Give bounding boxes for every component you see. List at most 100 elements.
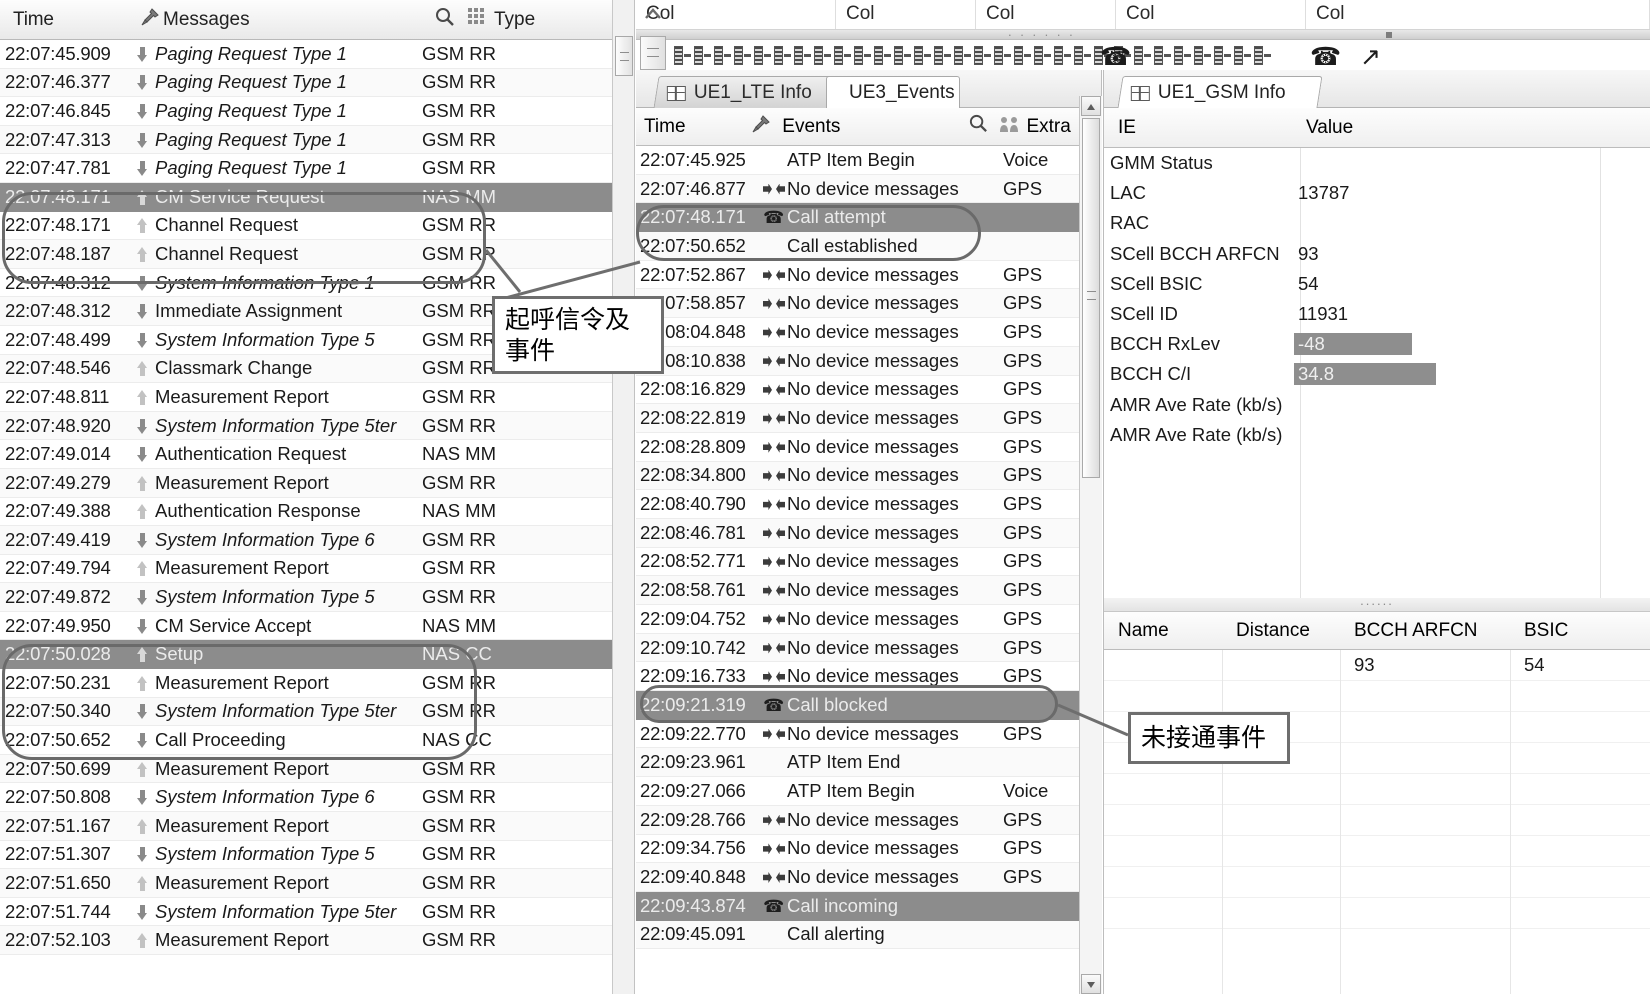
table-row[interactable]: 22:08:34.800 No device messages GPS bbox=[636, 461, 1101, 491]
table-row[interactable]: 22:07:49.950 CM Service Accept NAS MM bbox=[0, 612, 612, 641]
search-icon[interactable] bbox=[428, 6, 462, 34]
table-row[interactable]: 22:07:48.187 Channel Request GSM RR bbox=[0, 240, 612, 269]
table-row[interactable]: 22:09:22.770 No device messages GPS bbox=[636, 720, 1101, 749]
table-row[interactable]: 22:07:49.279 Measurement Report GSM RR bbox=[0, 468, 612, 498]
table-row[interactable] bbox=[1104, 867, 1650, 898]
table-row[interactable]: LAC 13787 bbox=[1104, 178, 1650, 208]
table-row[interactable]: 22:09:16.733 No device messages GPS bbox=[636, 662, 1101, 692]
table-row[interactable]: 22:09:23.961 ATP Item End bbox=[636, 748, 1101, 778]
column-header-type[interactable]: Type bbox=[492, 9, 612, 31]
table-row[interactable]: 22:07:51.307 System Information Type 5 GSM… bbox=[0, 841, 612, 870]
column-header-name[interactable]: Name bbox=[1104, 620, 1222, 642]
table-row[interactable]: 22:07:49.794 Measurement Report GSM RR bbox=[0, 555, 612, 584]
column-header-bsic[interactable]: BSIC bbox=[1510, 620, 1630, 642]
table-row[interactable]: 22:07:52.867 No device messages GPS bbox=[636, 261, 1101, 290]
table-row[interactable]: 22:07:49.419 System Information Type 6 GSM… bbox=[0, 526, 612, 555]
table-row[interactable] bbox=[1104, 774, 1650, 805]
table-row[interactable]: 22:07:48.811 Measurement Report GSM RR bbox=[0, 383, 612, 412]
table-row[interactable]: 22:07:50.028 Setup NAS CC bbox=[0, 640, 612, 670]
table-row[interactable]: 93 54 bbox=[1104, 650, 1650, 681]
timeline-column-header[interactable]: Col bbox=[636, 0, 836, 29]
table-row[interactable]: 22:07:52.103 Measurement Report GSM RR bbox=[0, 926, 612, 955]
messages-scrollbar[interactable] bbox=[613, 0, 635, 994]
table-row[interactable]: 22:07:47.313 Paging Request Type 1 GSM RR bbox=[0, 125, 612, 155]
table-row[interactable]: SCell BCCH ARFCN 93 bbox=[1104, 239, 1650, 269]
table-row[interactable]: 22:07:50.231 Measurement Report GSM RR bbox=[0, 669, 612, 698]
table-row[interactable]: 22:08:52.771 No device messages GPS bbox=[636, 548, 1101, 577]
table-row[interactable]: 22:07:50.808 System Information Type 6 GSM… bbox=[0, 783, 612, 813]
timeline-scroll-up-icon[interactable] bbox=[640, 2, 666, 28]
table-row[interactable]: 22:07:49.388 Authentication Response NAS M… bbox=[0, 498, 612, 527]
tab-ue1-gsm-info[interactable]: UE1_GSM Info bbox=[1117, 76, 1323, 108]
table-row[interactable]: BCCH C/I 34.8 bbox=[1104, 359, 1650, 389]
table-row[interactable]: 22:07:48.920 System Information Type 5ter… bbox=[0, 411, 612, 441]
table-row[interactable]: 22:09:45.091 Call alerting bbox=[636, 920, 1101, 950]
people-icon[interactable] bbox=[993, 115, 1026, 139]
table-row[interactable]: 22:08:10.838 No device messages GPS bbox=[636, 346, 1101, 376]
column-header-events[interactable]: Events bbox=[782, 116, 963, 138]
timeline-column-header[interactable]: Col bbox=[1306, 0, 1650, 29]
table-row[interactable]: 22:07:50.340 System Information Type 5ter… bbox=[0, 697, 612, 727]
table-row[interactable] bbox=[1104, 805, 1650, 836]
table-row[interactable]: AMR Ave Rate (kb/s) bbox=[1104, 420, 1650, 450]
table-row[interactable]: 22:07:58.857 No device messages GPS bbox=[636, 289, 1101, 319]
timeline-horizontal-scrollbar[interactable] bbox=[636, 30, 1650, 40]
events-scrollbar[interactable] bbox=[1079, 96, 1102, 994]
table-row[interactable]: 22:09:27.066 ATP Item Begin Voice bbox=[636, 777, 1101, 806]
table-row[interactable]: 22:07:51.744 System Information Type 5ter… bbox=[0, 898, 612, 927]
table-row[interactable]: 22:09:43.874 ☎ Call incoming bbox=[636, 891, 1101, 921]
table-row[interactable]: 22:07:46.845 Paging Request Type 1 GSM RR bbox=[0, 97, 612, 126]
table-row[interactable]: 22:08:58.761 No device messages GPS bbox=[636, 576, 1101, 605]
table-row[interactable]: BCCH RxLev -48 bbox=[1104, 329, 1650, 359]
timeline-event-row[interactable]: 2 ☎☎↗ bbox=[636, 41, 1650, 70]
table-row[interactable]: 22:08:40.790 No device messages GPS bbox=[636, 490, 1101, 519]
table-row[interactable]: 22:07:46.377 Paging Request Type 1 GSM RR bbox=[0, 68, 612, 98]
table-row[interactable]: 22:07:48.171 ☎ Call attempt bbox=[636, 203, 1101, 233]
column-header-value[interactable]: Value bbox=[1302, 117, 1562, 139]
table-row[interactable]: 22:08:16.829 No device messages GPS bbox=[636, 376, 1101, 405]
table-row[interactable]: 22:07:48.171 Channel Request GSM RR bbox=[0, 212, 612, 241]
table-row[interactable]: 22:07:45.909 Paging Request Type 1 GSM RR bbox=[0, 40, 612, 69]
table-row[interactable]: 22:07:47.781 Paging Request Type 1 GSM RR bbox=[0, 154, 612, 183]
grid-icon[interactable] bbox=[462, 7, 492, 32]
table-row[interactable]: SCell BSIC 54 bbox=[1104, 269, 1650, 299]
panel-resize-grip[interactable] bbox=[1104, 598, 1650, 612]
table-row[interactable]: 22:07:51.167 Measurement Report GSM RR bbox=[0, 812, 612, 841]
events-scroll-up-button[interactable] bbox=[1081, 96, 1101, 116]
column-header-time[interactable]: Time bbox=[8, 9, 137, 31]
table-row[interactable]: 22:07:46.877 No device messages GPS bbox=[636, 174, 1101, 204]
table-row[interactable] bbox=[1104, 681, 1650, 712]
table-row[interactable]: 22:08:46.781 No device messages GPS bbox=[636, 518, 1101, 548]
table-row[interactable]: 22:07:50.652 Call Proceeding NAS CC bbox=[0, 726, 612, 755]
table-row[interactable]: 22:07:48.171 CM Service Request NAS MM bbox=[0, 182, 612, 212]
timeline-column-header[interactable]: Col bbox=[836, 0, 976, 29]
table-row[interactable]: 22:08:22.819 No device messages GPS bbox=[636, 404, 1101, 433]
timeline-ticks[interactable]: ☎ ☎ ↗ bbox=[670, 43, 1650, 69]
table-row[interactable]: GMM Status bbox=[1104, 148, 1650, 178]
events-scroll-down-button[interactable] bbox=[1081, 974, 1101, 994]
search-icon[interactable] bbox=[964, 113, 993, 140]
table-row[interactable]: RAC bbox=[1104, 208, 1650, 238]
table-row[interactable]: 22:09:10.742 No device messages GPS bbox=[636, 633, 1101, 663]
table-row[interactable]: 22:09:28.766 No device messages GPS bbox=[636, 805, 1101, 835]
events-scrollbar-thumb[interactable] bbox=[1082, 118, 1100, 478]
messages-scrollbar-thumb[interactable] bbox=[615, 36, 633, 76]
table-row[interactable]: AMR Ave Rate (kb/s) bbox=[1104, 390, 1650, 420]
timeline-scroll-thumb[interactable] bbox=[640, 36, 666, 70]
table-row[interactable]: 22:07:50.699 Measurement Report GSM RR bbox=[0, 754, 612, 784]
pin-icon[interactable] bbox=[137, 6, 163, 34]
table-row[interactable]: 22:07:49.014 Authentication Request NAS MM bbox=[0, 440, 612, 469]
pin-icon[interactable] bbox=[739, 113, 782, 141]
table-row[interactable]: 22:08:28.809 No device messages GPS bbox=[636, 433, 1101, 462]
table-row[interactable] bbox=[1104, 898, 1650, 929]
table-row[interactable]: 22:09:40.848 No device messages GPS bbox=[636, 863, 1101, 892]
column-header-messages[interactable]: Messages bbox=[163, 9, 428, 31]
column-header-ie[interactable]: IE bbox=[1112, 117, 1302, 139]
column-header-distance[interactable]: Distance bbox=[1222, 620, 1340, 642]
table-row[interactable]: 22:08:04.848 No device messages GPS bbox=[636, 318, 1101, 347]
tab-ue3-events[interactable]: UE3_Events bbox=[826, 76, 960, 108]
table-row[interactable]: 22:09:21.319 ☎ Call blocked bbox=[636, 691, 1101, 720]
table-row[interactable]: 22:07:48.312 System Information Type 1 GSM… bbox=[0, 269, 612, 298]
table-row[interactable]: 22:07:50.652 Call established bbox=[636, 232, 1101, 261]
table-row[interactable]: 22:07:45.925 ATP Item Begin Voice bbox=[636, 146, 1101, 175]
